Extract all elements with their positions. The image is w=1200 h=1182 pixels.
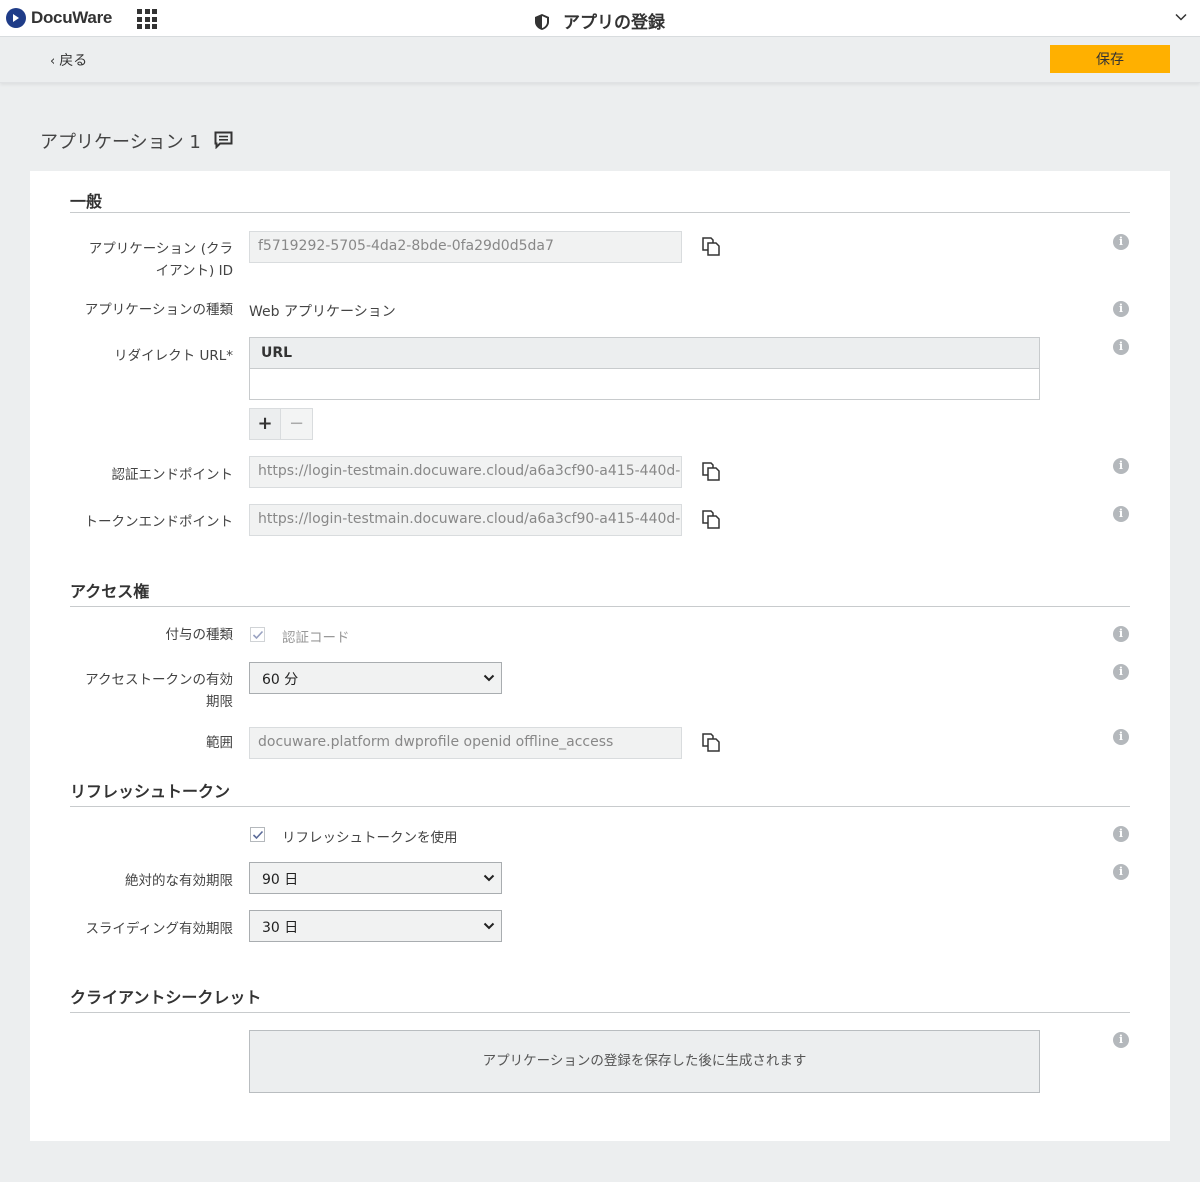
info-icon[interactable]: i xyxy=(1113,1032,1129,1048)
info-icon[interactable]: i xyxy=(1113,664,1129,680)
info-icon[interactable]: i xyxy=(1113,234,1129,250)
comment-icon[interactable] xyxy=(214,131,233,149)
client-id-field[interactable]: f5719292-5705-4da2-8bde-0fa29d0d5da7 xyxy=(249,231,682,263)
token-endpoint-field[interactable]: https://login-testmain.docuware.cloud/a6… xyxy=(249,504,682,536)
client-id-label-line1: アプリケーション (クラ xyxy=(88,241,233,257)
info-icon[interactable]: i xyxy=(1113,301,1129,317)
section-divider xyxy=(70,212,1130,213)
save-button[interactable]: 保存 xyxy=(1050,45,1170,73)
chevron-down-icon[interactable] xyxy=(1174,10,1188,24)
copy-icon[interactable] xyxy=(701,237,721,256)
section-access-title: アクセス権 xyxy=(70,582,150,601)
client-secret-box: アプリケーションの登録を保存した後に生成されます xyxy=(249,1030,1040,1093)
select-arrow-icon xyxy=(483,674,495,682)
use-refresh-token-checkbox[interactable] xyxy=(250,827,265,842)
sliding-lifetime-value: 30 日 xyxy=(262,920,299,936)
url-column-header: URL xyxy=(250,338,1039,369)
auth-endpoint-field[interactable]: https://login-testmain.docuware.cloud/a6… xyxy=(249,456,682,488)
app-type-value: Web アプリケーション xyxy=(249,304,396,320)
token-lifetime-label: アクセストークンの有効 期限 xyxy=(85,669,233,713)
token-endpoint-label: トークンエンドポイント xyxy=(84,514,234,530)
auth-endpoint-label: 認証エンドポイント xyxy=(111,467,234,483)
toolbar: ‹ 戻る 保存 xyxy=(0,37,1200,83)
copy-icon[interactable] xyxy=(701,462,721,481)
select-arrow-icon xyxy=(483,922,495,930)
back-button[interactable]: ‹ 戻る xyxy=(50,50,87,70)
back-label: 戻る xyxy=(59,53,88,69)
sliding-lifetime-select[interactable]: 30 日 xyxy=(249,910,502,942)
chevron-left-icon: ‹ xyxy=(50,54,56,69)
section-divider xyxy=(70,606,1130,607)
url-table-row[interactable] xyxy=(250,369,1039,399)
remove-url-button[interactable]: − xyxy=(281,408,313,440)
top-bar: DocuWare アプリの登録 xyxy=(0,0,1200,37)
page-title-text: アプリの登録 xyxy=(563,13,665,33)
token-lifetime-label-line2: 期限 xyxy=(206,694,233,710)
info-icon[interactable]: i xyxy=(1113,729,1129,745)
section-refresh-title: リフレッシュトークン xyxy=(70,782,231,801)
section-general-title: 一般 xyxy=(70,192,103,211)
info-icon[interactable]: i xyxy=(1113,339,1129,355)
page-title: アプリの登録 xyxy=(0,8,1200,33)
checkmark-icon xyxy=(252,830,264,840)
app-type-label: アプリケーションの種類 xyxy=(84,302,233,318)
section-secret-title: クライアントシークレット xyxy=(70,988,262,1007)
info-icon[interactable]: i xyxy=(1113,506,1129,522)
use-refresh-token-label[interactable]: リフレッシュトークンを使用 xyxy=(282,826,458,846)
scope-field[interactable]: docuware.platform dwprofile openid offli… xyxy=(249,727,682,759)
redirect-url-label: リダイレクト URL* xyxy=(114,348,233,364)
section-divider xyxy=(70,1012,1130,1013)
token-lifetime-value: 60 分 xyxy=(262,672,299,688)
scope-label: 範囲 xyxy=(206,735,233,751)
application-name: アプリケーション 1 xyxy=(40,132,201,153)
absolute-lifetime-label: 絶対的な有効期限 xyxy=(125,873,233,889)
select-arrow-icon xyxy=(483,874,495,882)
add-url-button[interactable]: + xyxy=(249,408,281,440)
absolute-lifetime-select[interactable]: 90 日 xyxy=(249,862,502,894)
sliding-lifetime-label: スライディング有効期限 xyxy=(85,921,233,937)
info-icon[interactable]: i xyxy=(1113,864,1129,880)
info-icon[interactable]: i xyxy=(1113,626,1129,642)
copy-icon[interactable] xyxy=(701,510,721,529)
info-icon[interactable]: i xyxy=(1113,458,1129,474)
redirect-url-table: URL xyxy=(249,337,1040,400)
shield-icon xyxy=(535,14,549,30)
section-divider xyxy=(70,806,1130,807)
info-icon[interactable]: i xyxy=(1113,826,1129,842)
client-id-label-line2: イアント) ID xyxy=(155,263,233,279)
checkmark-icon xyxy=(252,630,264,640)
grant-type-label: 付与の種類 xyxy=(165,627,234,643)
grant-type-option-label: 認証コード xyxy=(282,630,350,646)
token-lifetime-label-line1: アクセストークンの有効 xyxy=(85,672,233,688)
client-id-label: アプリケーション (クラ イアント) ID xyxy=(89,238,233,282)
absolute-lifetime-value: 90 日 xyxy=(262,872,299,888)
settings-card: 一般 アプリケーション (クラ イアント) ID f5719292-5705-4… xyxy=(30,171,1170,1141)
copy-icon[interactable] xyxy=(701,733,721,752)
grant-type-checkbox xyxy=(250,627,265,642)
url-add-remove-controls: + − xyxy=(249,408,313,440)
token-lifetime-select[interactable]: 60 分 xyxy=(249,662,502,694)
